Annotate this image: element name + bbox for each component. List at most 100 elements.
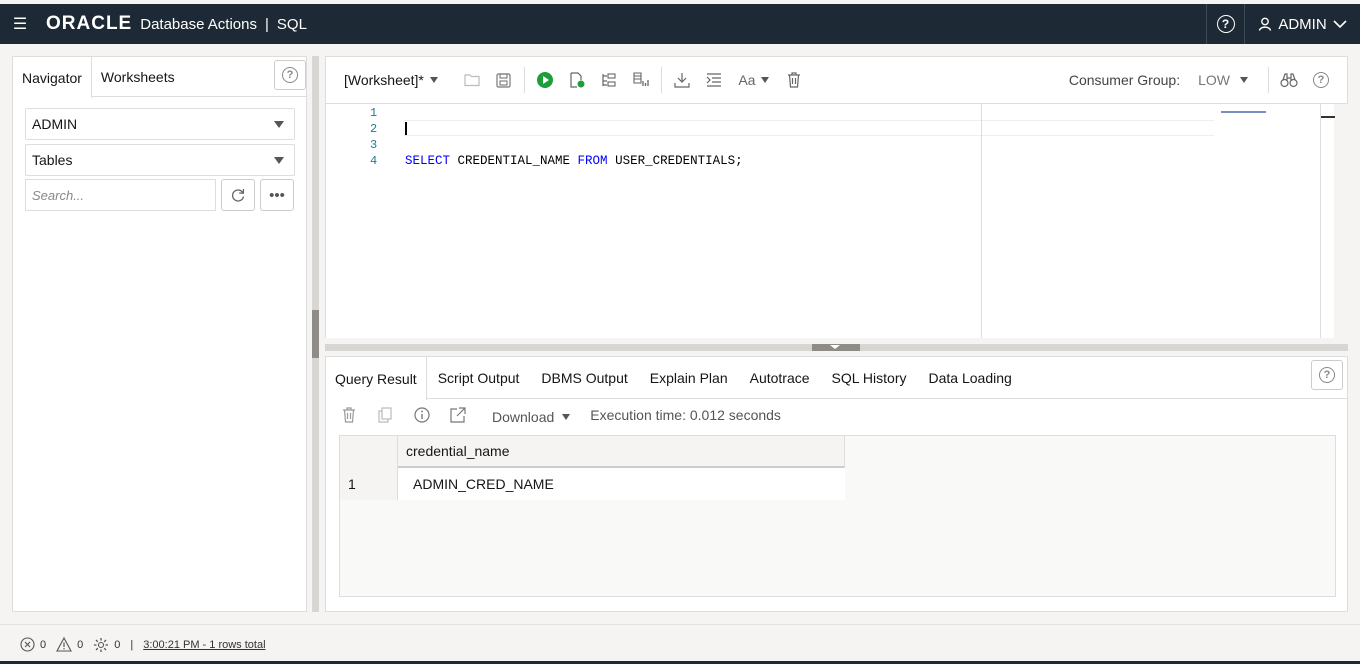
download-label: Download [492,409,555,425]
sql-editor[interactable]: 1 2 3 4 SELECT CREDENTIAL_NAME FROM USER… [325,104,1335,338]
chevron-down-icon [1333,20,1347,29]
grid-header: credential_name [340,436,845,468]
open-external-icon[interactable] [450,407,476,427]
caret-down-icon [274,157,284,164]
help-icon: ? [282,67,298,83]
current-line-highlight [404,120,1214,136]
line-number: 2 [370,122,378,136]
tasks-count: 0 [114,638,121,651]
table-cell[interactable]: ADMIN_CRED_NAME [398,468,845,500]
header-right: ? ADMIN [1206,4,1360,44]
run-statement-button[interactable] [529,64,561,96]
section-name: SQL [276,15,307,33]
refresh-button[interactable] [221,179,255,211]
sql-keyword: SELECT [405,154,451,168]
toolbar-divider [523,67,525,93]
row-number: 1 [340,468,398,500]
worksheet-dropdown[interactable]: [Worksheet]* [344,72,438,88]
run-script-icon[interactable] [561,64,593,96]
status-bar: 0 0 0 | 3:00:21 PM - 1 rows total [0,624,1360,664]
ellipsis-icon: ••• [269,186,285,204]
download-dropdown[interactable]: Download [492,409,571,425]
play-icon [536,72,553,88]
user-menu-button[interactable]: ADMIN [1244,4,1360,44]
delete-icon[interactable] [342,407,368,427]
text-cursor [405,122,407,135]
navigator-panel: Navigator Worksheets ? ADMIN Tables Sear… [12,56,307,612]
toolbar-help-icon[interactable]: ? [1305,64,1337,96]
warning-icon [56,637,73,652]
errors-status[interactable]: 0 [20,637,46,652]
errors-count: 0 [40,638,47,651]
warnings-status[interactable]: 0 [56,637,83,652]
status-separator: | [130,638,134,651]
status-info-link[interactable]: 3:00:21 PM - 1 rows total [143,639,265,651]
help-button[interactable]: ? [1206,4,1244,44]
font-case-button[interactable]: Aa [730,64,778,96]
object-type-value: Tables [32,152,73,168]
caret-down-icon [761,77,770,83]
consumer-group-value: LOW [1198,72,1230,88]
gear-icon [94,637,109,652]
line-number: 1 [370,106,378,120]
consumer-group[interactable]: Consumer Group: LOW [1069,72,1248,88]
grid-corner [340,436,398,468]
navigator-tabs: Navigator Worksheets ? [13,57,306,98]
tab-explain-plan[interactable]: Explain Plan [639,357,739,398]
info-icon[interactable] [414,407,440,427]
results-toolbar: Download Execution time: 0.012 seconds [326,399,1347,435]
splitter-grip[interactable] [312,310,319,358]
tab-data-loading[interactable]: Data Loading [918,357,1023,398]
editor-scrollbar[interactable] [1320,104,1335,338]
tab-dbms-output[interactable]: DBMS Output [530,357,638,398]
explain-plan-icon[interactable] [593,64,625,96]
worksheet-area: [Worksheet]* Aa Consumer Group: LOW ? 1 … [325,56,1348,612]
minimap[interactable] [1221,106,1331,116]
format-icon[interactable] [698,64,730,96]
editor-ruler [981,104,982,338]
autotrace-icon[interactable] [625,64,657,96]
caret-down-icon [274,121,284,128]
tab-sql-history[interactable]: SQL History [821,357,918,398]
schema-select[interactable]: ADMIN [25,108,295,140]
tasks-status[interactable]: 0 [93,637,120,653]
worksheet-toolbar: [Worksheet]* Aa Consumer Group: LOW ? [325,56,1348,104]
horizontal-splitter[interactable] [325,344,1348,351]
execution-time: Execution time: 0.012 seconds [590,407,781,423]
vertical-splitter[interactable] [312,56,319,612]
object-type-select[interactable]: Tables [25,144,295,176]
more-options-button[interactable]: ••• [260,179,294,211]
tab-worksheets[interactable]: Worksheets [92,57,184,96]
tab-autotrace[interactable]: Autotrace [739,357,821,398]
schema-select-value: ADMIN [32,116,78,132]
column-header[interactable]: credential_name [398,436,845,468]
results-panel: Query Result Script Output DBMS Output E… [325,356,1348,612]
header-separator: | [264,15,269,33]
code-line: SELECT CREDENTIAL_NAME FROM USER_CREDENT… [405,154,743,168]
scrollbar-thumb[interactable] [1321,116,1335,118]
toolbar-divider [660,67,662,93]
oracle-logo: ORACLE [46,13,133,34]
tab-query-result[interactable]: Query Result [326,357,427,400]
help-icon: ? [1313,72,1329,88]
tab-navigator[interactable]: Navigator [13,57,92,98]
table-row[interactable]: 1 ADMIN_CRED_NAME [340,468,845,500]
navigator-help-button[interactable]: ? [274,60,306,90]
user-icon [1259,17,1272,31]
help-icon: ? [1216,15,1235,33]
toolbar-divider [1268,67,1269,93]
caret-down-icon [562,414,571,420]
save-icon[interactable] [488,64,520,96]
copy-icon[interactable] [378,407,404,427]
help-icon: ? [1319,367,1335,383]
results-help-button[interactable]: ? [1311,360,1343,390]
clear-trash-icon[interactable] [778,64,810,96]
open-folder-icon[interactable] [456,64,488,96]
splitter-grip[interactable] [812,344,860,351]
line-number: 3 [370,138,378,152]
search-input[interactable]: Search... [25,179,216,211]
download-icon[interactable] [666,64,698,96]
hamburger-menu-icon[interactable]: ☰ [0,4,40,44]
tab-script-output[interactable]: Script Output [427,357,531,398]
binoculars-icon[interactable] [1273,64,1305,96]
